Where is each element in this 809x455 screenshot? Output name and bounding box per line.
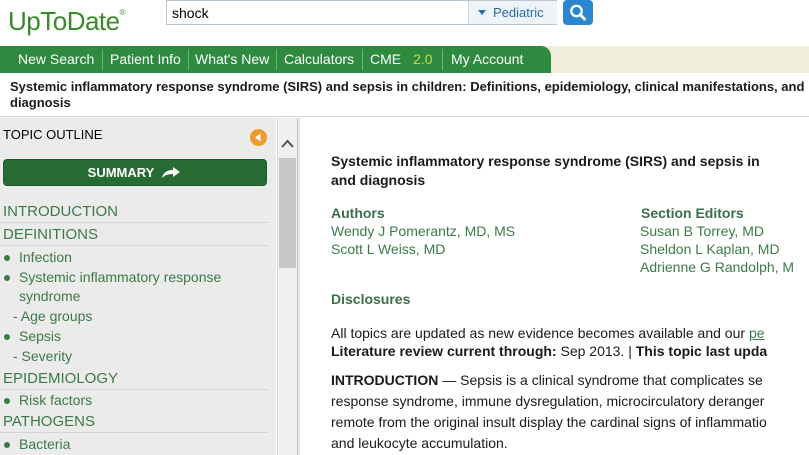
chevron-down-icon [478,10,486,16]
topic-content: Systemic inflammatory response syndrome … [300,118,809,455]
outline-introduction[interactable]: INTRODUCTION [0,200,268,223]
introduction-label: INTRODUCTION [331,372,439,388]
outline-sirs[interactable]: Systemic inflammatory response [0,268,272,287]
update-text: All topics are updated as new evidence b… [331,325,749,341]
population-label: Pediatric [493,5,544,20]
bullet-icon [4,255,10,261]
nav-divider [188,49,189,70]
editor-link[interactable]: Adrienne G Randolph, M [640,258,794,276]
content-title-line-1: Systemic inflammatory response syndrome … [331,153,760,169]
review-label: Literature review current through: [331,343,557,359]
bullet-icon [4,398,10,404]
topic-outline-panel: TOPIC OUTLINE SUMMARY INTRODUCTION DEFIN… [0,118,276,455]
app-window: UpToDate® Pediatric New Search Patient I… [0,0,809,455]
intro-text-line-4: and leukocyte accumulation. [331,435,508,451]
scroll-thumb[interactable] [279,158,296,268]
outline-scrollbar[interactable] [277,118,297,455]
intro-text-line-3: remote from the original insult display … [331,414,767,430]
bullet-icon [4,275,10,281]
collapse-outline-button[interactable] [250,129,267,146]
intro-text-line-1: — Sepsis is a clinical syndrome that com… [438,372,763,388]
bullet-icon [4,334,10,340]
scroll-up-button[interactable] [278,118,297,155]
share-arrow-icon [162,167,181,179]
outline-heading: TOPIC OUTLINE [3,127,103,142]
outline-infection[interactable]: Infection [0,248,272,267]
outline-label: Risk factors [19,392,93,408]
outline-pathogens[interactable]: PATHOGENS [0,410,268,433]
review-status: Literature review current through: Sep 2… [331,342,809,360]
arrow-left-icon [255,133,261,142]
editor-link[interactable]: Sheldon L Kaplan, MD [640,240,780,258]
outline-sirs-continued[interactable]: syndrome [0,287,272,306]
logo-text: UpToDate [8,6,120,36]
outline-label: Sepsis [19,328,62,344]
disclosures-link[interactable]: Disclosures [331,291,410,307]
summary-label: SUMMARY [87,165,155,180]
review-date: Sep 2013. | [556,343,636,359]
outline-label: Bacteria [19,436,71,452]
search-button[interactable] [563,0,593,25]
update-notice: All topics are updated as new evidence b… [331,324,809,342]
last-updated-label: This topic last upda [635,343,768,359]
intro-text-line-2: response syndrome, immune dysregulation,… [331,393,765,409]
topic-title-line-1: Systemic inflammatory response syndrome … [10,79,805,94]
topic-title: Systemic inflammatory response syndrome … [10,79,809,111]
outline-risk-factors[interactable]: Risk factors [0,391,272,410]
outline-sepsis[interactable]: Sepsis [0,327,272,346]
registered-mark: ® [119,8,126,17]
authors-heading: Authors [331,205,385,221]
nav-divider [276,49,277,70]
cme-credit-count: 2.0 [413,51,433,67]
introduction-paragraph: INTRODUCTION — Sepsis is a clinical synd… [331,370,809,454]
nav-cme-label: CME [370,51,402,67]
nav-divider [442,49,443,70]
population-select[interactable]: Pediatric [468,1,557,24]
topic-title-bar: Systemic inflammatory response syndrome … [0,73,809,117]
content-title: Systemic inflammatory response syndrome … [331,152,809,190]
outline-list: INTRODUCTION DEFINITIONS Infection Syste… [0,200,272,454]
outline-epidemiology[interactable]: EPIDEMIOLOGY [0,367,268,390]
nav-calculators[interactable]: Calculators [284,46,354,73]
outline-definitions[interactable]: DEFINITIONS [0,223,268,246]
search-icon [570,4,586,21]
chevron-up-icon [281,139,294,148]
uptodate-logo[interactable]: UpToDate® [8,6,126,37]
content-title-line-2: and diagnosis [331,172,426,188]
outline-label: Systemic inflammatory response [19,269,222,285]
author-link[interactable]: Scott L Weiss, MD [331,240,445,258]
nav-divider [102,49,103,70]
editor-link[interactable]: Susan B Torrey, MD [640,222,764,240]
peer-review-link[interactable]: pe [749,325,765,341]
outline-severity[interactable]: - Severity [0,347,272,366]
outline-age-groups[interactable]: - Age groups [0,307,272,326]
section-editors-heading: Section Editors [641,205,744,221]
search-box: Pediatric [166,0,557,25]
nav-whats-new[interactable]: What's New [195,46,269,73]
outline-label: Infection [19,249,72,265]
nav-bar: New Search Patient Info What's New Calcu… [0,46,551,73]
nav-my-account[interactable]: My Account [451,46,523,73]
header: UpToDate® Pediatric [0,0,809,46]
search-input[interactable] [167,1,467,24]
nav-patient-info[interactable]: Patient Info [110,46,181,73]
outline-bacteria[interactable]: Bacteria [0,435,272,454]
bullet-icon [4,442,10,448]
nav-new-search[interactable]: New Search [18,46,94,73]
nav-divider [362,49,363,70]
summary-button[interactable]: SUMMARY [3,159,267,186]
topic-title-line-2: diagnosis [10,95,71,110]
main-nav: New Search Patient Info What's New Calcu… [0,46,809,73]
author-link[interactable]: Wendy J Pomerantz, MD, MS [331,222,515,240]
nav-cme[interactable]: CME 2.0 [370,46,433,73]
